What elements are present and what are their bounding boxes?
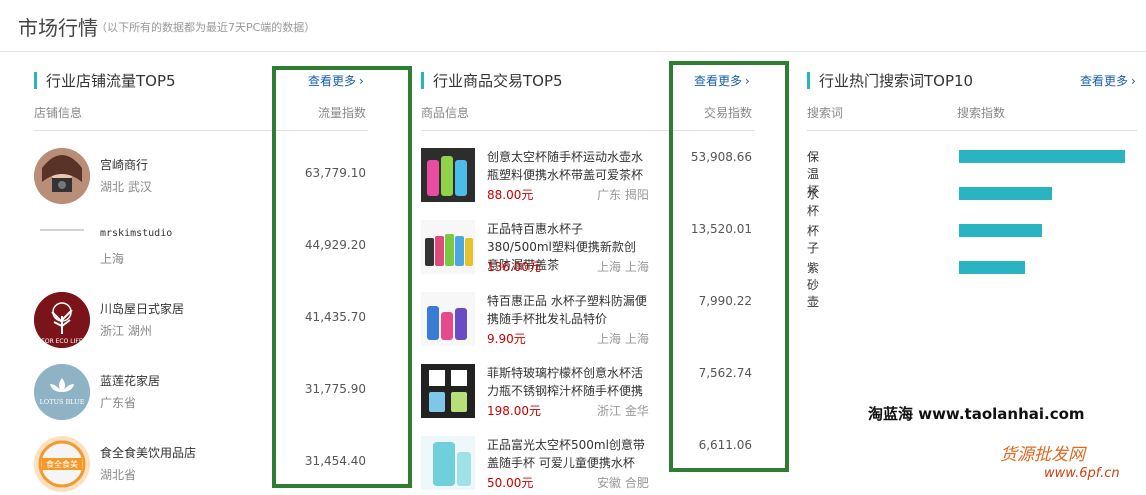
shop-location: 湖北省 <box>100 468 137 482</box>
page-header: 市场行情 （以下所有的数据都为最近7天PC端的数据） <box>0 0 1146 52</box>
keyword-index-bar <box>959 187 1052 200</box>
bottle-image-icon <box>421 436 475 490</box>
keyword-index-bar <box>959 261 1025 274</box>
products-col-info: 商品信息 <box>421 106 470 120</box>
product-name[interactable]: 创意太空杯随手杯运动水壶水瓶塑料便携水杯带盖可爱茶杯 <box>487 148 647 184</box>
highlight-box-trade <box>669 61 789 472</box>
keywords-more-label: 查看更多 <box>1080 74 1129 88</box>
product-location: 广东 揭阳 <box>597 188 649 202</box>
shop-avatar: FOR ECO LIFE <box>34 292 90 348</box>
shop-avatar-text: LOTUS BLUE <box>40 398 85 406</box>
bottle-image-icon <box>421 220 475 274</box>
shop-location: 浙江 湖州 <box>100 324 152 338</box>
product-location: 浙江 金华 <box>597 404 649 418</box>
product-location: 上海 上海 <box>597 332 649 346</box>
lotus-logo-icon: LOTUS BLUE <box>34 364 90 420</box>
product-price: 88.00元 <box>487 188 534 202</box>
shop-name[interactable]: 川岛屋日式家居 <box>100 300 184 317</box>
watermark-huoyuan: 货源批发网 <box>1000 445 1085 465</box>
product-price: 9.90元 <box>487 332 526 346</box>
product-thumbnail[interactable] <box>421 436 475 490</box>
watermark-taolanhai: 淘蓝海 www.taolanhai.com <box>868 405 1085 423</box>
shop-avatar-text: FOR ECO LIFE <box>41 338 82 345</box>
product-price: 136.00元 <box>487 260 541 274</box>
product-location: 上海 上海 <box>597 260 649 274</box>
text-logo-icon <box>34 220 90 276</box>
shop-location: 上海 <box>100 252 125 266</box>
keywords-divider <box>807 130 1137 131</box>
shops-panel-title: 行业店铺流量TOP5 <box>34 70 176 91</box>
product-name[interactable]: 特百惠正品 水杯子塑料防漏便携随手杯批发礼品特价 <box>487 292 647 328</box>
product-thumbnail[interactable] <box>421 364 475 418</box>
product-price: 198.00元 <box>487 404 541 418</box>
shop-location: 广东省 <box>100 396 137 410</box>
keyword-index-bar <box>959 224 1042 237</box>
shop-name[interactable]: 蓝莲花家居 <box>100 372 160 389</box>
shop-location: 湖北 武汉 <box>100 180 152 194</box>
product-thumbnail[interactable] <box>421 220 475 274</box>
keywords-col-word: 搜索词 <box>807 106 844 120</box>
highlight-box-traffic <box>272 66 412 488</box>
page-subtitle: （以下所有的数据都为最近7天PC端的数据） <box>96 21 316 34</box>
products-panel-title: 行业商品交易TOP5 <box>421 70 563 91</box>
keywords-more-link[interactable]: 查看更多 › <box>1080 72 1136 89</box>
chevron-right-icon: › <box>1131 74 1136 88</box>
keyword-index-bar <box>959 150 1125 163</box>
shop-avatar: 食全食美 <box>34 436 90 492</box>
shop-avatar: LOTUS BLUE <box>34 364 90 420</box>
shop-avatar <box>34 220 90 276</box>
keyword-label[interactable]: 杯子 <box>807 222 819 256</box>
bottle-image-icon <box>421 148 475 202</box>
product-thumbnail[interactable] <box>421 148 475 202</box>
product-name[interactable]: 正品富光太空杯500ml创意带盖随手杯 可爱儿童便携水杯 <box>487 436 647 472</box>
shop-name[interactable]: 宫崎商行 <box>100 156 148 173</box>
food-logo-icon: 食全食美 <box>34 436 90 492</box>
portrait-icon <box>34 148 90 204</box>
shop-avatar <box>34 148 90 204</box>
keywords-col-index: 搜索指数 <box>957 106 1006 120</box>
product-price: 50.00元 <box>487 476 534 490</box>
keyword-label[interactable]: 水杯 <box>807 185 819 219</box>
shops-col-info: 店铺信息 <box>34 106 83 120</box>
watermark-url: www.6pf.cn <box>1044 466 1120 481</box>
shop-avatar-text: 食全食美 <box>46 459 78 469</box>
shop-name[interactable]: mrskimstudio <box>100 228 172 239</box>
keywords-panel-title: 行业热门搜索词TOP10 <box>807 70 973 91</box>
tree-logo-icon: FOR ECO LIFE <box>34 292 90 348</box>
bottle-image-icon <box>421 292 475 346</box>
keyword-label[interactable]: 紫砂壶 <box>807 259 819 310</box>
page-title: 市场行情 <box>18 16 98 40</box>
product-location: 安徽 合肥 <box>597 476 649 490</box>
product-name[interactable]: 菲斯特玻璃柠檬杯创意水杯活力瓶不锈钢榨汁杯随手杯便携 <box>487 364 647 400</box>
shop-name[interactable]: 食全食美饮用品店 <box>100 444 196 461</box>
bottle-image-icon <box>421 364 475 418</box>
product-thumbnail[interactable] <box>421 292 475 346</box>
